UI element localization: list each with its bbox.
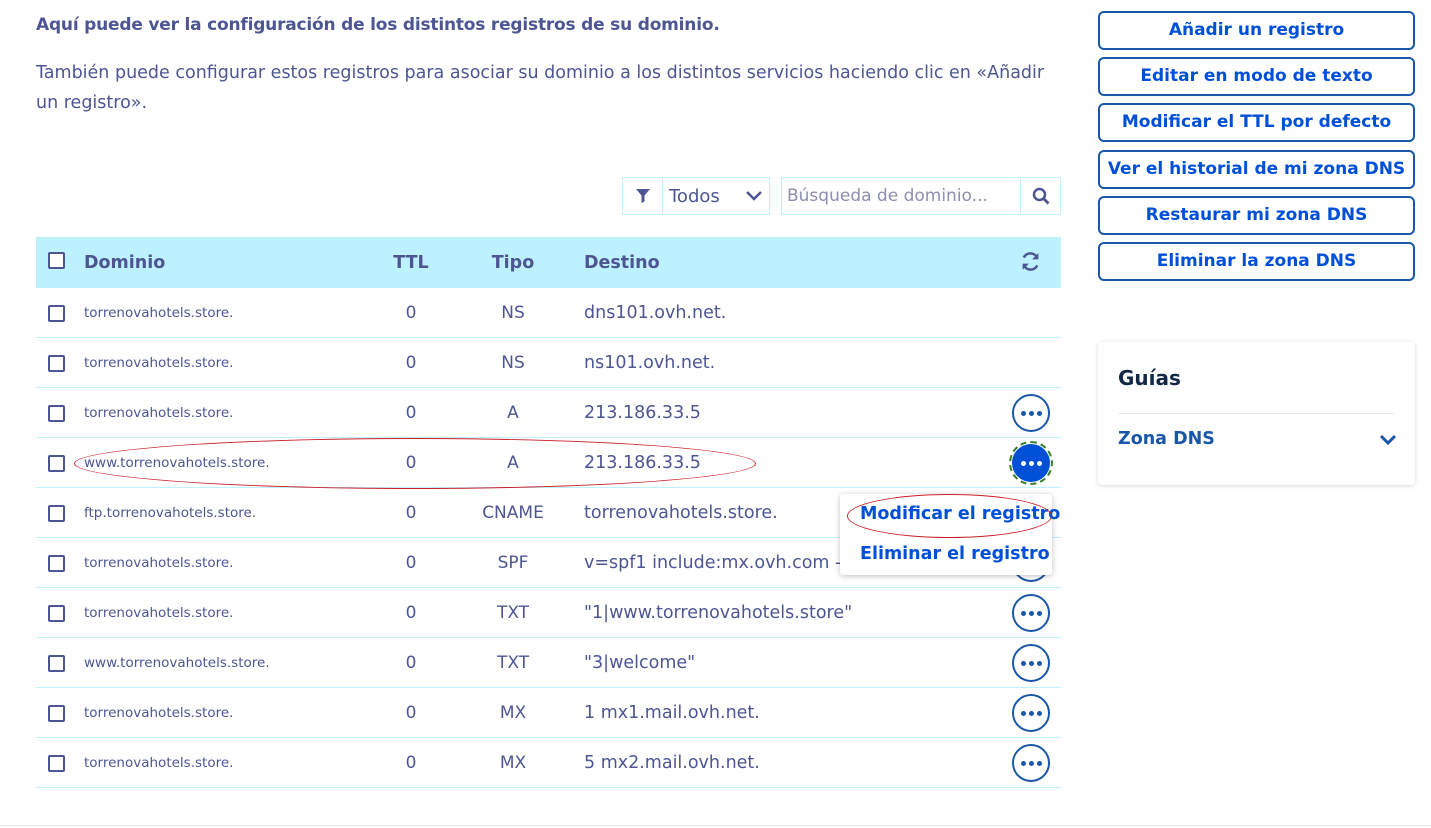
record-type: A	[507, 403, 519, 423]
delete-zone-button[interactable]: Eliminar la zona DNS	[1098, 241, 1415, 281]
column-header-domain[interactable]: Dominio	[84, 253, 165, 273]
table-row: torrenovahotels.store. 0 NS ns101.ovh.ne…	[36, 338, 1061, 388]
search-button[interactable]	[1020, 178, 1060, 214]
row-checkbox[interactable]	[48, 655, 65, 672]
domain-search	[781, 177, 1061, 215]
delete-record-menu-item[interactable]: Eliminar el registro	[860, 544, 1050, 564]
select-all-checkbox[interactable]	[48, 252, 65, 269]
domain-search-input[interactable]	[782, 178, 1020, 214]
row-actions-button[interactable]	[1012, 394, 1050, 432]
table-row: www.torrenovahotels.store. 0 TXT "3|welc…	[36, 638, 1061, 688]
search-icon	[1032, 187, 1049, 205]
record-domain: torrenovahotels.store.	[84, 355, 234, 371]
table-header: Dominio TTL Tipo Destino	[36, 237, 1061, 288]
record-ttl: 0	[405, 603, 417, 623]
record-destination: 5 mx2.mail.ovh.net.	[584, 753, 760, 773]
record-destination: 1 mx1.mail.ovh.net.	[584, 703, 760, 723]
edit-record-menu-item[interactable]: Modificar el registro	[860, 504, 1060, 524]
row-actions-button[interactable]	[1012, 694, 1050, 732]
record-destination: dns101.ovh.net.	[584, 303, 727, 323]
record-ttl: 0	[405, 303, 417, 323]
row-checkbox[interactable]	[48, 305, 65, 322]
filter-icon	[623, 178, 663, 214]
row-checkbox[interactable]	[48, 755, 65, 772]
divider	[1118, 413, 1395, 414]
record-type: MX	[499, 753, 527, 773]
row-checkbox[interactable]	[48, 405, 65, 422]
record-domain: torrenovahotels.store.	[84, 605, 234, 621]
row-actions-button[interactable]	[1012, 644, 1050, 682]
record-destination: 213.186.33.5	[584, 403, 701, 423]
row-checkbox[interactable]	[48, 705, 65, 722]
row-actions-button[interactable]	[1012, 594, 1050, 632]
table-row: www.torrenovahotels.store. 0 A 213.186.3…	[36, 438, 1061, 488]
guides-panel: Guías Zona DNS	[1098, 342, 1415, 485]
row-checkbox[interactable]	[48, 605, 65, 622]
filter-selected-value: Todos	[669, 185, 720, 207]
record-type: CNAME	[482, 503, 544, 523]
page-intro-title: Aquí puede ver la configuración de los d…	[36, 15, 720, 35]
table-row: torrenovahotels.store. 0 MX 1 mx1.mail.o…	[36, 688, 1061, 738]
modify-default-ttl-button[interactable]: Modificar el TTL por defecto	[1098, 103, 1415, 143]
record-domain: torrenovahotels.store.	[84, 755, 234, 771]
record-destination: 213.186.33.5	[584, 453, 701, 473]
record-type: NS	[501, 353, 525, 373]
record-destination: "3|welcome"	[584, 653, 696, 673]
row-checkbox[interactable]	[48, 505, 65, 522]
guide-dns-zone-link[interactable]: Zona DNS	[1118, 429, 1215, 449]
table-row: torrenovahotels.store. 0 MX 5 mx2.mail.o…	[36, 738, 1061, 788]
record-type: TXT	[496, 653, 530, 673]
record-type: MX	[499, 703, 527, 723]
record-destination: torrenovahotels.store.	[584, 503, 778, 523]
record-destination: "1|www.torrenovahotels.store"	[584, 603, 853, 623]
record-domain: ftp.torrenovahotels.store.	[84, 505, 257, 521]
column-header-destination[interactable]: Destino	[584, 253, 660, 273]
record-destination: ns101.ovh.net.	[584, 353, 716, 373]
row-actions-button[interactable]	[1009, 441, 1053, 485]
record-domain: www.torrenovahotels.store.	[84, 655, 270, 671]
record-domain: www.torrenovahotels.store.	[84, 455, 270, 471]
divider	[0, 825, 1431, 826]
record-type: A	[507, 453, 519, 473]
table-row: torrenovahotels.store. 0 TXT "1|www.torr…	[36, 588, 1061, 638]
row-checkbox[interactable]	[48, 455, 65, 472]
zone-actions: Añadir un registro Editar en modo de tex…	[1098, 11, 1415, 288]
record-type: TXT	[496, 603, 530, 623]
record-ttl: 0	[405, 503, 417, 523]
record-type: NS	[501, 303, 525, 323]
table-row: torrenovahotels.store. 0 NS dns101.ovh.n…	[36, 288, 1061, 338]
edit-text-mode-button[interactable]: Editar en modo de texto	[1098, 57, 1415, 97]
guides-title: Guías	[1118, 366, 1181, 390]
type-filter-select[interactable]: Todos	[622, 177, 770, 215]
column-header-ttl[interactable]: TTL	[381, 253, 441, 273]
record-ttl: 0	[405, 403, 417, 423]
record-ttl: 0	[405, 353, 417, 373]
row-actions-menu: Modificar el registro Eliminar el regist…	[840, 494, 1060, 575]
record-ttl: 0	[405, 553, 417, 573]
page-intro-text: También puede configurar estos registros…	[36, 63, 1045, 113]
record-type: SPF	[497, 553, 529, 573]
column-header-type[interactable]: Tipo	[463, 253, 563, 273]
zone-history-button[interactable]: Ver el historial de mi zona DNS	[1098, 149, 1415, 189]
record-domain: torrenovahotels.store.	[84, 555, 234, 571]
restore-zone-button[interactable]: Restaurar mi zona DNS	[1098, 195, 1415, 235]
table-row: torrenovahotels.store. 0 A 213.186.33.5	[36, 388, 1061, 438]
add-record-button[interactable]: Añadir un registro	[1098, 11, 1415, 50]
record-ttl: 0	[405, 753, 417, 773]
row-checkbox[interactable]	[48, 555, 65, 572]
record-ttl: 0	[405, 453, 417, 473]
record-domain: torrenovahotels.store.	[84, 405, 234, 421]
row-checkbox[interactable]	[48, 355, 65, 372]
chevron-down-icon[interactable]	[1379, 431, 1397, 450]
record-domain: torrenovahotels.store.	[84, 705, 234, 721]
chevron-down-icon	[739, 190, 769, 202]
row-actions-button[interactable]	[1012, 744, 1050, 782]
record-ttl: 0	[405, 653, 417, 673]
record-destination: v=spf1 include:mx.ovh.com -all	[584, 553, 862, 573]
record-domain: torrenovahotels.store.	[84, 305, 234, 321]
record-ttl: 0	[405, 703, 417, 723]
refresh-icon[interactable]	[1020, 251, 1041, 276]
